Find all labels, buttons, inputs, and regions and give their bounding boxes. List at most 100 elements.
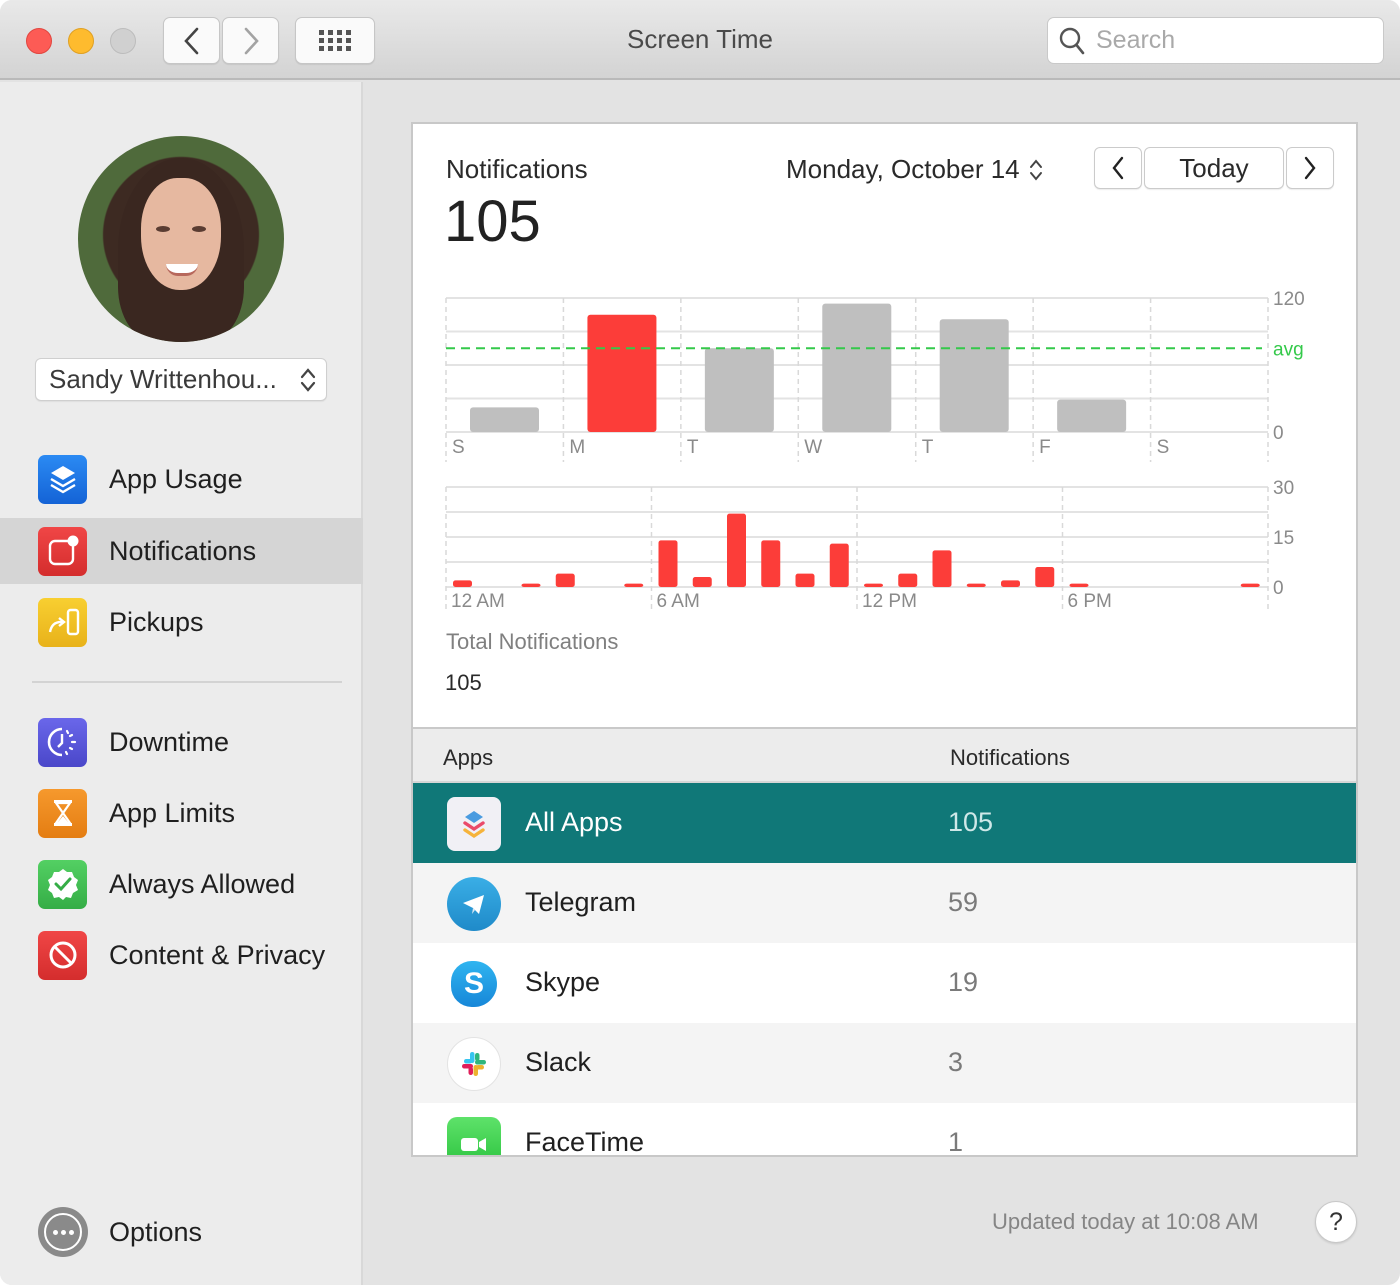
sidebar-item-label: App Limits: [109, 797, 236, 828]
app-count: 105: [948, 807, 994, 837]
average-label: avg: [1273, 339, 1304, 360]
facetime-icon: [447, 1117, 501, 1155]
sidebar-item-notifications[interactable]: Notifications: [0, 518, 363, 584]
hourly-bar: [795, 573, 815, 587]
hourly-bar: [555, 573, 575, 587]
table-row[interactable]: Slack 3: [413, 1023, 1356, 1103]
weekly-x-tick: S: [1157, 437, 1170, 458]
hourly-bar: [966, 583, 986, 587]
hourly-bar: [727, 513, 746, 587]
hourly-bar: [932, 550, 952, 587]
options-label: Options: [109, 1216, 203, 1247]
sidebar-divider: [32, 681, 342, 683]
total-notifications-label: Total Notifications: [446, 629, 619, 654]
table-row[interactable]: FaceTime 1: [413, 1103, 1356, 1157]
table-row[interactable]: All Apps 105: [413, 783, 1356, 863]
checkmark-badge-icon: [38, 859, 87, 909]
options-button[interactable]: Options: [0, 1199, 363, 1265]
sidebar-item-label: Always Allowed: [109, 868, 296, 899]
hourly-bar: [1240, 583, 1260, 587]
app-name: Slack: [525, 1047, 592, 1077]
app-name: Skype: [525, 967, 601, 997]
notifications-charts: S M T W T F Savg 120 0 12 AM 6 AM 12 PM 6 PM 30 15 0: [445, 289, 1305, 612]
table-row[interactable]: S Skype 19: [413, 943, 1356, 1023]
app-name: All Apps: [525, 807, 623, 837]
table-row[interactable]: Telegram 59: [413, 863, 1356, 943]
search-icon: [1059, 27, 1085, 54]
weekly-bar: [1057, 399, 1127, 432]
notifications-panel: Notifications 105 Monday, October 14 Tod…: [411, 122, 1358, 1157]
weekly-y-tick: 0: [1273, 423, 1284, 444]
app-count: 19: [948, 967, 979, 997]
hourly-bar: [692, 577, 712, 587]
app-count: 59: [948, 887, 979, 917]
hourly-bar: [521, 583, 541, 587]
title-bar: Screen Time: [0, 0, 1400, 80]
sidebar-item-label: Pickups: [109, 606, 204, 637]
app-name: FaceTime: [525, 1127, 645, 1157]
hourly-x-tick: 6 PM: [1068, 591, 1112, 612]
hourly-bar: [761, 540, 781, 587]
sidebar-item-label: Notifications: [109, 535, 257, 566]
apps-table-header: Apps Notifications: [413, 727, 1356, 783]
hourly-y-tick: 30: [1273, 478, 1294, 499]
prohibited-icon: [38, 930, 87, 980]
hourly-x-tick: 6 AM: [657, 591, 700, 612]
help-button[interactable]: ?: [1315, 1201, 1357, 1243]
sidebar-item-content-privacy[interactable]: Content & Privacy: [0, 922, 363, 988]
hourly-y-tick: 15: [1273, 528, 1294, 549]
sidebar-item-label: Content & Privacy: [109, 939, 326, 970]
hourly-x-tick: 12 PM: [862, 591, 917, 612]
sidebar-item-downtime[interactable]: Downtime: [0, 709, 363, 775]
total-notifications-value: 105: [445, 670, 482, 695]
hourly-bar: [898, 573, 918, 587]
sidebar-item-app-usage[interactable]: App Usage: [0, 446, 363, 512]
hourly-bar: [1069, 583, 1089, 587]
search-input[interactable]: [1096, 26, 1376, 55]
column-header-apps[interactable]: Apps: [443, 745, 493, 771]
user-name: Sandy Writtenhou...: [49, 364, 277, 394]
telegram-icon: [447, 877, 501, 931]
notification-badge-icon: [38, 526, 87, 576]
weekly-bar: [822, 303, 892, 432]
search-field[interactable]: [1047, 17, 1384, 64]
weekly-bar: [470, 407, 539, 432]
weekly-x-tick: W: [804, 437, 822, 458]
user-avatar[interactable]: [78, 136, 284, 342]
more-options-icon: [38, 1207, 88, 1257]
weekly-y-tick: 120: [1273, 289, 1305, 310]
last-updated-text: Updated today at 10:08 AM: [992, 1209, 1259, 1234]
weekly-bar: [587, 314, 657, 432]
skype-icon: S: [451, 961, 497, 1007]
sidebar: Sandy Writtenhou... App Usage Notificati…: [0, 82, 363, 1285]
hourly-bar: [624, 583, 644, 587]
hourly-bar: [864, 583, 883, 587]
layers-icon: [38, 454, 87, 504]
slack-icon: [447, 1037, 501, 1091]
weekly-x-tick: T: [687, 437, 699, 458]
hourly-bar: [1035, 567, 1055, 587]
weekly-bar: [704, 348, 774, 432]
weekly-x-tick: M: [569, 437, 585, 458]
sidebar-item-always-allowed[interactable]: Always Allowed: [0, 851, 363, 917]
weekly-x-tick: T: [922, 437, 934, 458]
weekly-x-tick: S: [452, 437, 465, 458]
column-header-notifications[interactable]: Notifications: [950, 745, 1070, 771]
user-select[interactable]: Sandy Writtenhou...: [35, 358, 327, 401]
hourly-bar: [658, 540, 678, 587]
sidebar-item-app-limits[interactable]: App Limits: [0, 780, 363, 846]
hourglass-icon: [38, 788, 87, 838]
hourly-y-tick: 0: [1273, 578, 1284, 599]
sidebar-item-label: App Usage: [109, 463, 243, 494]
all-apps-icon: [447, 797, 501, 851]
app-count: 1: [948, 1127, 964, 1157]
weekly-x-tick: F: [1039, 437, 1051, 458]
hourly-bar: [453, 580, 472, 587]
screen-time-window: Screen Time Sandy Writtenhou... App Usag…: [0, 0, 1400, 1285]
up-down-chevron-icon: [300, 368, 316, 392]
downtime-clock-icon: [38, 717, 87, 767]
weekly-bar: [939, 319, 1009, 432]
app-count: 3: [948, 1047, 964, 1077]
sidebar-item-pickups[interactable]: Pickups: [0, 589, 363, 655]
hourly-bar: [1001, 580, 1020, 587]
